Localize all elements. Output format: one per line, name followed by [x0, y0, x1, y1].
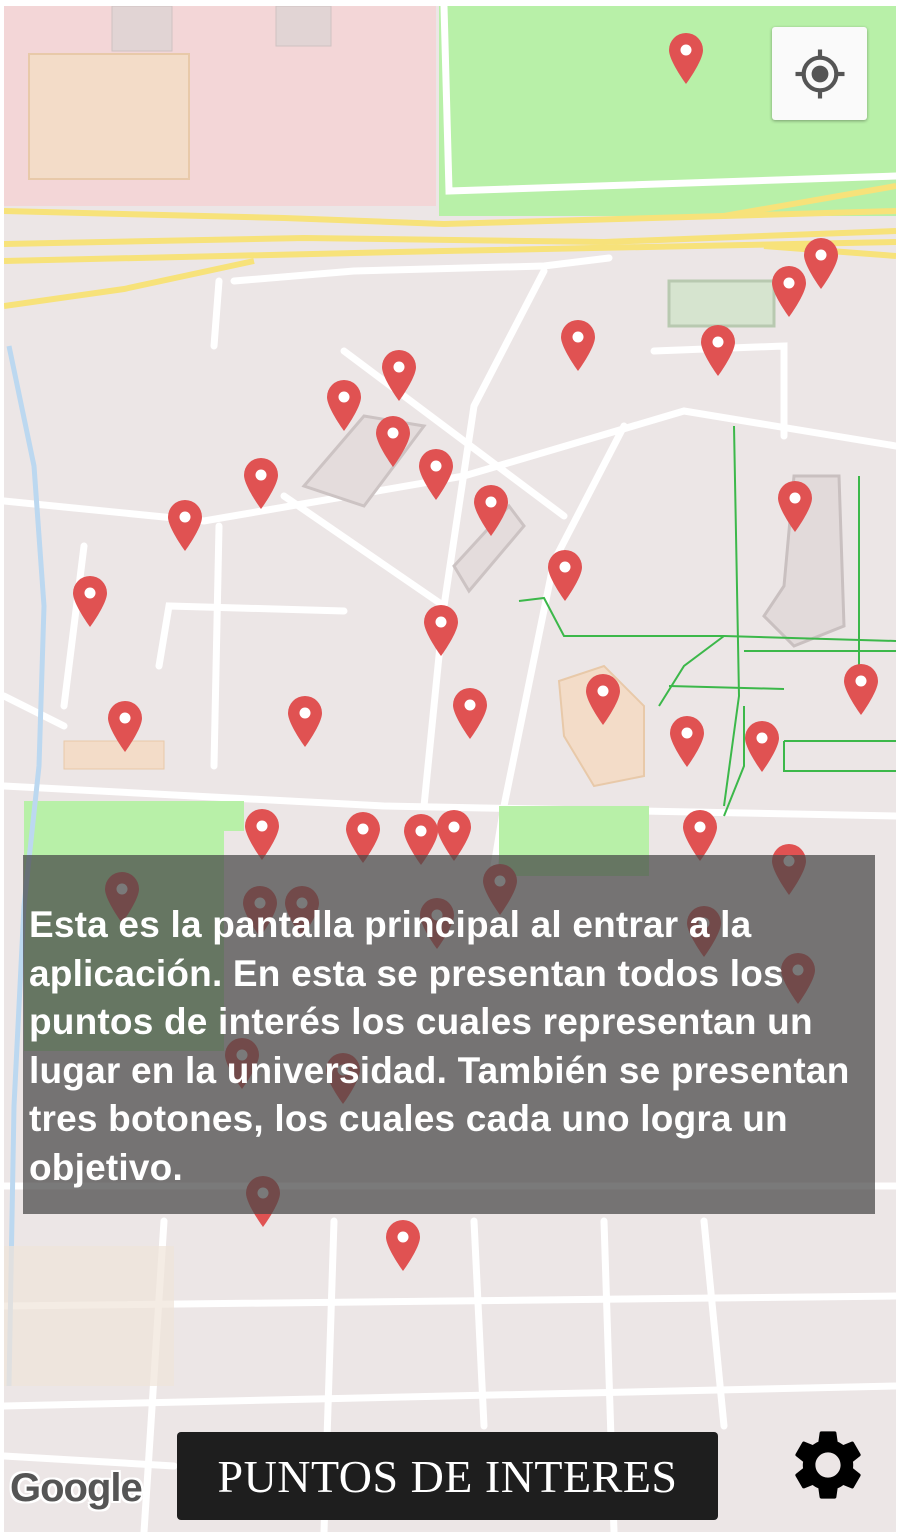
my-location-icon [795, 49, 844, 98]
map-marker[interactable] [472, 483, 510, 537]
map-marker[interactable] [559, 318, 597, 372]
map-pin-icon [288, 696, 322, 747]
map-pin-icon [376, 416, 410, 467]
map-pin-icon [245, 809, 279, 860]
map-pin-icon [586, 674, 620, 725]
map-pin-icon [424, 605, 458, 656]
map-pin-icon [386, 1220, 420, 1271]
map-pin-icon [419, 449, 453, 500]
map-pin-icon [745, 721, 779, 772]
map-pin-icon [669, 33, 703, 84]
map-marker[interactable] [681, 808, 719, 862]
map-marker[interactable] [667, 31, 705, 85]
map-marker[interactable] [286, 694, 324, 748]
map-marker[interactable] [106, 699, 144, 753]
map-pin-icon [772, 266, 806, 317]
map-pin-icon [108, 701, 142, 752]
map-marker[interactable] [546, 548, 584, 602]
map-pin-icon [561, 320, 595, 371]
points-of-interest-button[interactable]: PUNTOS DE INTERES [177, 1432, 718, 1520]
map-pin-icon [474, 485, 508, 536]
map-pin-icon [437, 810, 471, 861]
map-pin-icon [670, 716, 704, 767]
map-pin-icon [168, 500, 202, 551]
map-marker[interactable] [417, 447, 455, 501]
map-marker[interactable] [776, 479, 814, 533]
map-pin-icon [73, 576, 107, 627]
my-location-button[interactable] [772, 27, 867, 120]
map-pin-icon [244, 458, 278, 509]
map-marker[interactable] [243, 807, 281, 861]
map-marker[interactable] [842, 662, 880, 716]
google-logo: Google [10, 1466, 143, 1510]
map-marker[interactable] [242, 456, 280, 510]
map-pin-icon [701, 325, 735, 376]
map-pin-icon [778, 481, 812, 532]
map-marker[interactable] [743, 719, 781, 773]
map-marker[interactable] [380, 348, 418, 402]
map-pin-icon [844, 664, 878, 715]
map-pin-icon [548, 550, 582, 601]
map-marker[interactable] [71, 574, 109, 628]
map-marker[interactable] [584, 672, 622, 726]
gear-icon [795, 1431, 861, 1499]
map-marker[interactable] [166, 498, 204, 552]
map-marker[interactable] [451, 686, 489, 740]
map-marker[interactable] [435, 808, 473, 862]
app-screen: Esta es la pantalla principal al entrar … [0, 0, 902, 1532]
map-pin-icon [382, 350, 416, 401]
map-marker[interactable] [384, 1218, 422, 1272]
tutorial-overlay: Esta es la pantalla principal al entrar … [23, 855, 875, 1214]
map-marker[interactable] [668, 714, 706, 768]
map-marker[interactable] [374, 414, 412, 468]
map-pin-icon [453, 688, 487, 739]
map-marker[interactable] [325, 378, 363, 432]
tutorial-text: Esta es la pantalla principal al entrar … [29, 904, 850, 1188]
map-pin-icon [327, 380, 361, 431]
map-pin-icon [683, 810, 717, 861]
settings-button[interactable] [786, 1423, 870, 1507]
map-marker[interactable] [699, 323, 737, 377]
map-marker[interactable] [422, 603, 460, 657]
map-marker[interactable] [770, 264, 808, 318]
